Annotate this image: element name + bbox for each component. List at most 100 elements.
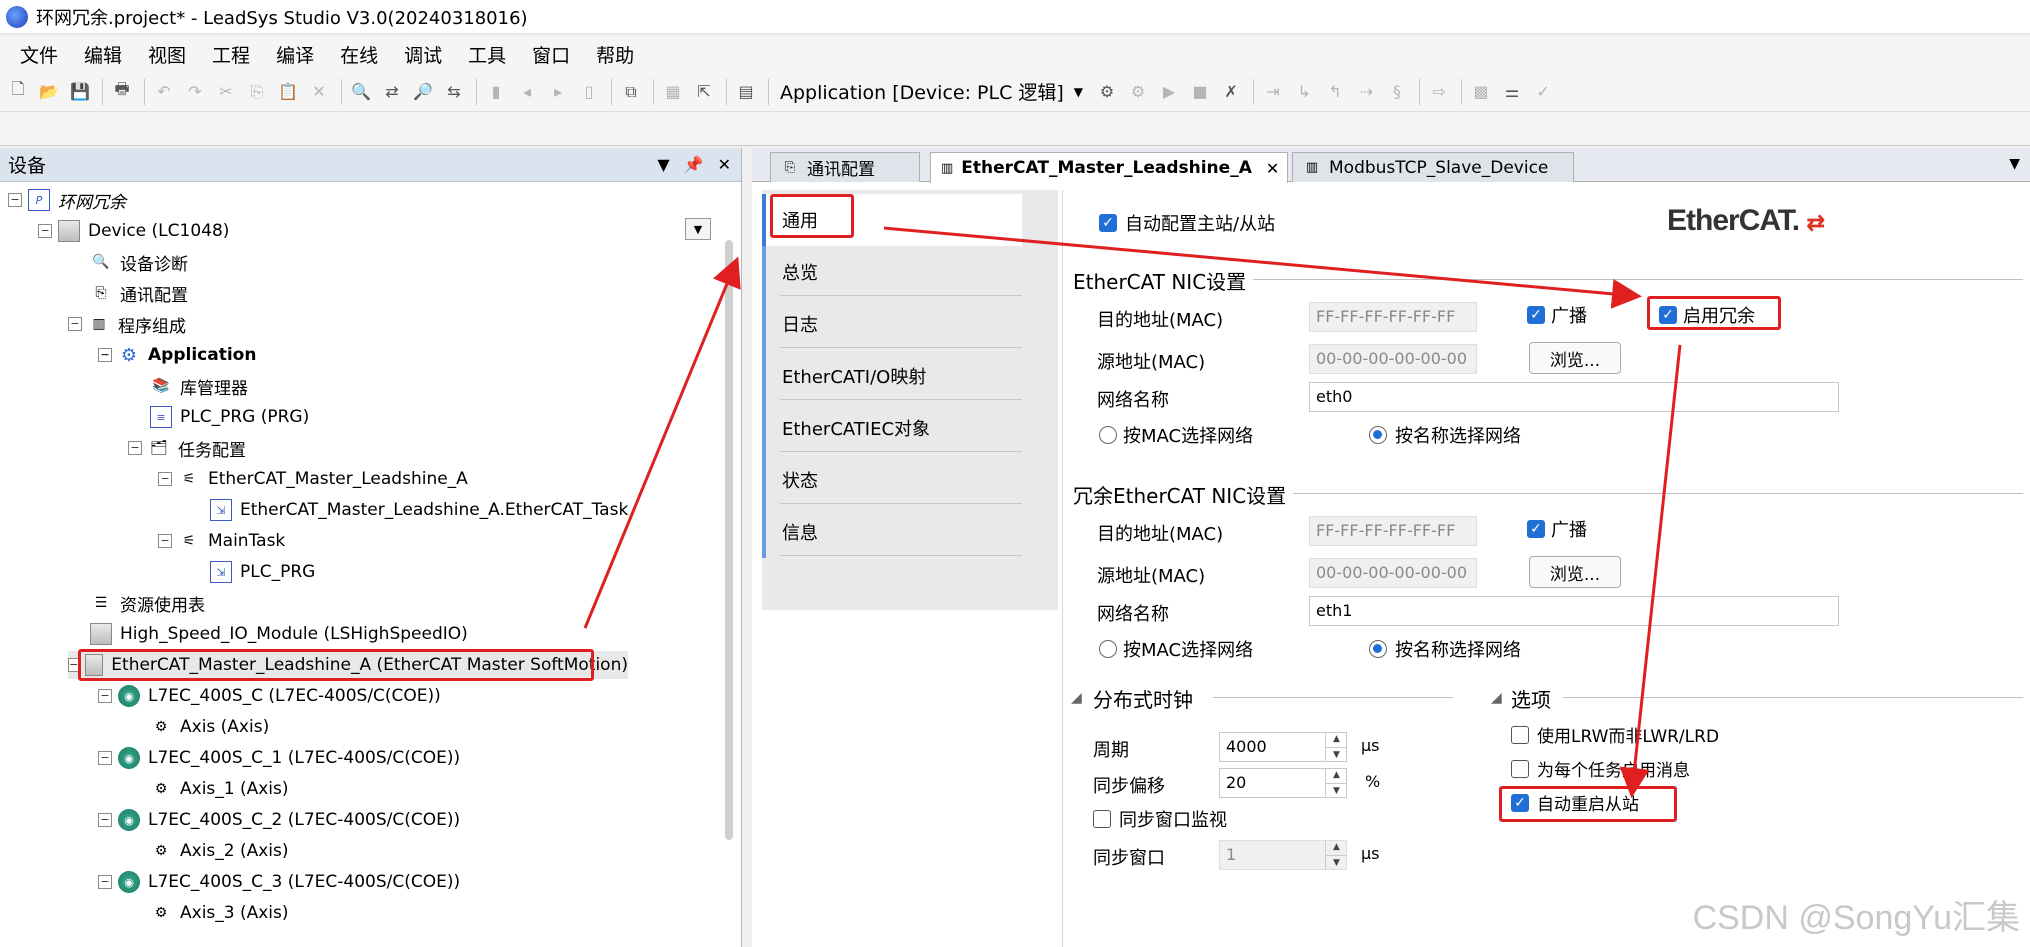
tree-node[interactable]: − ◉ L7EC_400S_C_1 (L7EC-400S/C(COE)) — [98, 744, 460, 772]
auto-config-checkbox[interactable]: ✓ — [1099, 214, 1117, 232]
tree-node[interactable]: − ⚟ EtherCAT_Master_Leadshine_A — [158, 465, 468, 493]
tree-node[interactable]: − ⚟ MainTask — [158, 527, 285, 555]
collapse-icon[interactable]: − — [8, 193, 22, 207]
sidenav-item-log[interactable]: 日志 — [762, 298, 1022, 350]
tree-node[interactable]: High_Speed_IO_Module (LSHighSpeedIO) — [90, 620, 468, 648]
clipboard-icon[interactable]: ⧉ — [617, 78, 645, 106]
tab-comm-config[interactable]: ⎘ 通讯配置 — [770, 152, 920, 182]
src-mac-field[interactable]: 00-00-00-00-00-00 — [1309, 344, 1477, 374]
period-stepper[interactable]: ▲ ▼ — [1325, 732, 1347, 762]
tree-node[interactable]: − 🗂 任务配置 — [128, 434, 246, 462]
menu-edit[interactable]: 编辑 — [84, 41, 122, 68]
login-icon[interactable]: ⚙ — [1093, 78, 1121, 106]
tab-ethercat-master[interactable]: ▥ EtherCAT_Master_Leadshine_A ✕ — [930, 152, 1288, 183]
step-over-icon[interactable]: ⇥ — [1259, 78, 1287, 106]
export-icon[interactable]: ⇱ — [690, 78, 718, 106]
tree-node[interactable]: − P 环网冗余 — [8, 186, 126, 214]
find-all-icon[interactable]: 🔎 — [409, 78, 437, 106]
sidenav-item-iec-objects[interactable]: EtherCATIEC对象 — [762, 402, 1022, 454]
tree-node[interactable]: ≡ PLC_PRG (PRG) — [150, 403, 309, 431]
tree-node[interactable]: ⚙ Axis_3 (Axis) — [150, 899, 289, 927]
sync-window-stepper[interactable]: ▲ ▼ — [1325, 840, 1347, 870]
sidenav-item-status[interactable]: 状态 — [762, 454, 1022, 506]
redundant-network-name-input[interactable]: eth1 — [1309, 596, 1839, 626]
collapse-icon[interactable]: − — [68, 317, 82, 331]
pin-icon[interactable]: 📌 — [684, 155, 704, 174]
write-values-icon[interactable]: ✓ — [1529, 78, 1557, 106]
copy-icon[interactable]: ⎘ — [243, 78, 271, 106]
tree-node[interactable]: − ◉ L7EC_400S_C_2 (L7EC-400S/C(COE)) — [98, 806, 460, 834]
tree-node[interactable]: − ▥ 程序组成 — [68, 310, 186, 338]
bookmark-prev-icon[interactable]: ◂ — [513, 78, 541, 106]
sync-window-monitor-checkbox[interactable] — [1093, 810, 1111, 828]
menu-build[interactable]: 编译 — [276, 41, 314, 68]
bookmark-clear-icon[interactable]: ▯ — [575, 78, 603, 106]
collapse-icon[interactable]: − — [38, 224, 52, 238]
broadcast-checkbox[interactable]: ✓ — [1527, 306, 1545, 324]
tree-node[interactable]: ⎘ 通讯配置 — [90, 279, 188, 307]
tree-node[interactable]: 🔍 设备诊断 — [90, 248, 188, 276]
collapse-icon[interactable]: − — [128, 441, 142, 455]
menu-file[interactable]: 文件 — [20, 41, 58, 68]
build-icon[interactable]: ▤ — [732, 78, 760, 106]
collapse-icon[interactable]: − — [158, 534, 172, 548]
replace-icon[interactable]: ⇄ — [378, 78, 406, 106]
stop-icon[interactable]: ■ — [1186, 78, 1214, 106]
run-to-cursor-icon[interactable]: ⇢ — [1352, 78, 1380, 106]
tree-node[interactable]: ☰ 资源使用表 — [90, 589, 205, 617]
bookmark-icon[interactable]: ▮ — [482, 78, 510, 106]
redundant-src-mac-field[interactable]: 00-00-00-00-00-00 — [1309, 558, 1477, 588]
save-icon[interactable]: 💾 — [66, 78, 94, 106]
breakpoint-icon[interactable]: § — [1383, 78, 1411, 106]
tree-node[interactable]: ⚙ Axis_2 (Axis) — [150, 837, 289, 865]
close-icon[interactable]: ✕ — [1266, 159, 1279, 178]
tree-node[interactable]: ⇲ EtherCAT_Master_Leadshine_A.EtherCAT_Ta… — [210, 496, 628, 524]
new-file-icon[interactable]: 🗋 — [4, 78, 32, 106]
menu-window[interactable]: 窗口 — [532, 41, 570, 68]
tree-node[interactable]: 📚 库管理器 — [150, 372, 248, 400]
cut-icon[interactable]: ✂ — [212, 78, 240, 106]
tree-node[interactable]: ⇲ PLC_PRG — [210, 558, 315, 586]
redundant-dest-mac-field[interactable]: FF-FF-FF-FF-FF-FF — [1309, 516, 1477, 546]
open-folder-icon[interactable]: 📂 — [35, 78, 63, 106]
show-next-icon[interactable]: ⇨ — [1425, 78, 1453, 106]
tree-scrollbar[interactable] — [725, 240, 733, 840]
replace-all-icon[interactable]: ⇆ — [440, 78, 468, 106]
redundant-select-by-name-radio[interactable] — [1369, 640, 1387, 658]
force-icon[interactable]: ⚌ — [1498, 78, 1526, 106]
select-by-mac-radio[interactable] — [1099, 426, 1117, 444]
tree-node[interactable]: − ⚙ Application — [98, 341, 256, 369]
redundant-select-by-mac-radio[interactable] — [1099, 640, 1117, 658]
menu-view[interactable]: 视图 — [148, 41, 186, 68]
redo-icon[interactable]: ↷ — [181, 78, 209, 106]
collapse-icon[interactable]: − — [98, 689, 112, 703]
print-icon[interactable]: 🖶 — [108, 78, 136, 106]
run-icon[interactable]: ▶ — [1155, 78, 1183, 106]
sync-offset-stepper[interactable]: ▲ ▼ — [1325, 768, 1347, 798]
delete-icon[interactable]: ✕ — [305, 78, 333, 106]
network-name-input[interactable]: eth0 — [1309, 382, 1839, 412]
sidenav-item-overview[interactable]: 总览 — [762, 246, 1022, 298]
menu-help[interactable]: 帮助 — [596, 41, 634, 68]
sidenav-item-info[interactable]: 信息 — [762, 506, 1022, 558]
step-into-icon[interactable]: ↳ — [1290, 78, 1318, 106]
collapse-triangle-icon[interactable]: ◢ — [1071, 690, 1082, 706]
collapse-icon[interactable]: − — [98, 348, 112, 362]
tree-node[interactable]: ⚙ Axis (Axis) — [150, 713, 270, 741]
tree-node[interactable]: ⚙ Axis_1 (Axis) — [150, 775, 289, 803]
undo-icon[interactable]: ↶ — [150, 78, 178, 106]
redundant-broadcast-checkbox[interactable]: ✓ — [1527, 520, 1545, 538]
menu-project[interactable]: 工程 — [212, 41, 250, 68]
redundant-browse-button[interactable]: 浏览... — [1529, 556, 1621, 588]
select-by-name-radio[interactable] — [1369, 426, 1387, 444]
application-selector[interactable]: Application [Device: PLC 逻辑] ▼ — [774, 77, 1089, 107]
collapse-icon[interactable]: − — [158, 472, 172, 486]
reset-icon[interactable]: ✗ — [1217, 78, 1245, 106]
close-icon[interactable]: ✕ — [718, 155, 731, 174]
tree-node[interactable]: − ◉ L7EC_400S_C (L7EC-400S/C(COE)) — [98, 682, 441, 710]
layout-icon[interactable]: ▦ — [659, 78, 687, 106]
bookmark-next-icon[interactable]: ▸ — [544, 78, 572, 106]
chevron-down-icon[interactable]: ▼ — [2009, 156, 2020, 172]
menu-tools[interactable]: 工具 — [468, 41, 506, 68]
panel-menu-icon[interactable]: ▼ — [657, 155, 669, 174]
